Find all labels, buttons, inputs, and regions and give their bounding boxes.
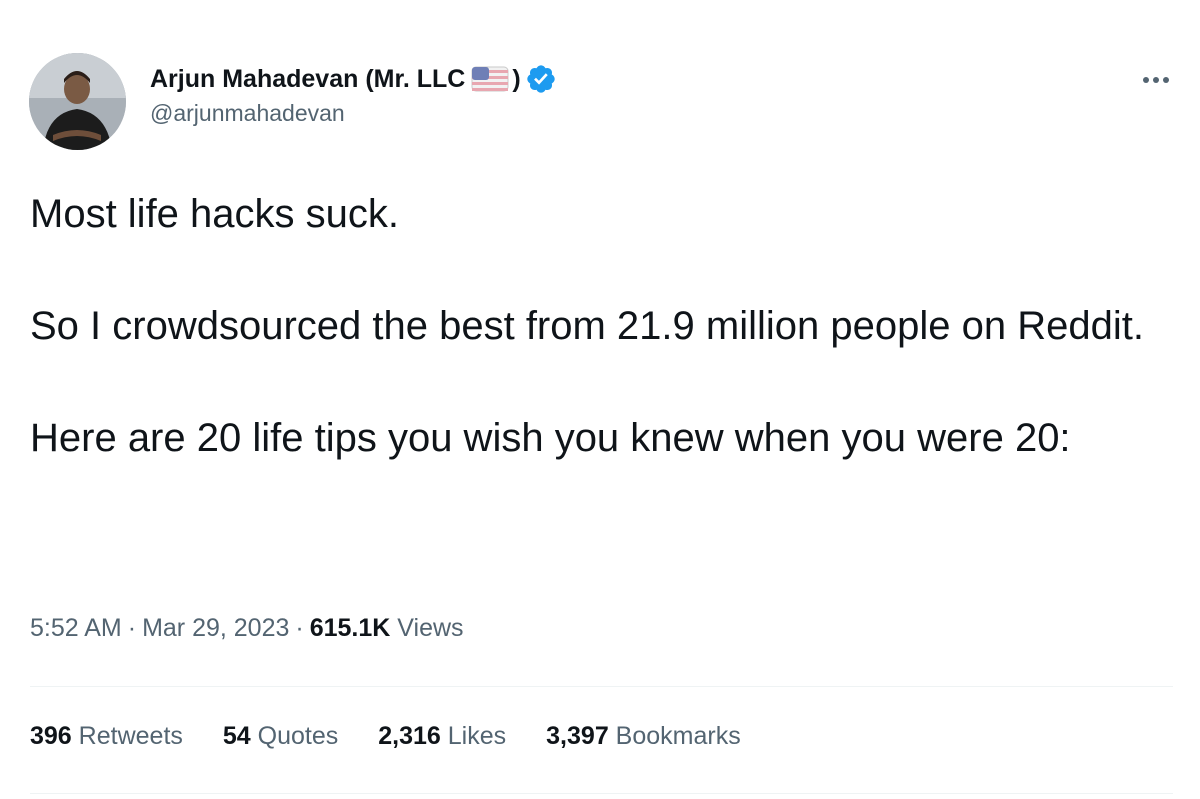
author-display-name-close: ): [512, 64, 521, 93]
author-display-name[interactable]: Arjun Mahadevan (Mr. LLC: [150, 65, 465, 94]
more-options-icon[interactable]: [1139, 68, 1173, 92]
author-name-row: Arjun Mahadevan (Mr. LLC ): [150, 60, 557, 98]
views-label: Views: [397, 614, 464, 642]
bookmarks-stat[interactable]: 3,397 Bookmarks: [546, 722, 741, 751]
avatar[interactable]: [29, 53, 126, 150]
likes-stat[interactable]: 2,316 Likes: [378, 722, 506, 751]
author-handle[interactable]: @arjunmahadevan: [150, 100, 557, 127]
tweet-date[interactable]: Mar 29, 2023: [142, 614, 289, 642]
us-flag-icon: [471, 66, 509, 92]
views-count[interactable]: 615.1K: [310, 614, 391, 642]
quotes-stat[interactable]: 54 Quotes: [223, 722, 338, 751]
divider: [30, 686, 1173, 687]
author-info: Arjun Mahadevan (Mr. LLC ) @arjunmahadev…: [150, 60, 557, 127]
likes-count: 2,316: [378, 722, 441, 750]
likes-label: Likes: [447, 722, 507, 750]
meta-separator: ·: [295, 614, 304, 642]
bookmarks-label: Bookmarks: [615, 722, 741, 750]
retweets-stat[interactable]: 396 Retweets: [30, 722, 183, 751]
divider: [30, 793, 1173, 794]
bookmarks-count: 3,397: [546, 722, 609, 750]
tweet-text: Most life hacks suck. So I crowdsourced …: [30, 186, 1160, 466]
retweets-count: 396: [30, 722, 72, 750]
meta-separator: ·: [127, 614, 137, 642]
avatar-photo-icon: [29, 53, 126, 150]
tweet-paragraph: So I crowdsourced the best from 21.9 mil…: [30, 304, 1144, 348]
tweet-stats: 396 Retweets 54 Quotes 2,316 Likes 3,397…: [30, 722, 781, 751]
tweet-paragraph: Most life hacks suck.: [30, 192, 400, 236]
quotes-count: 54: [222, 722, 251, 750]
retweets-label: Retweets: [78, 722, 183, 750]
quotes-label: Quotes: [257, 722, 339, 750]
tweet-paragraph: Here are 20 life tips you wish you knew …: [30, 416, 1071, 460]
tweet-meta: 5:52 AM · Mar 29, 2023 · 615.1K Views: [30, 614, 464, 643]
tweet-time[interactable]: 5:52 AM: [30, 614, 122, 642]
verified-badge-icon[interactable]: [525, 63, 557, 95]
